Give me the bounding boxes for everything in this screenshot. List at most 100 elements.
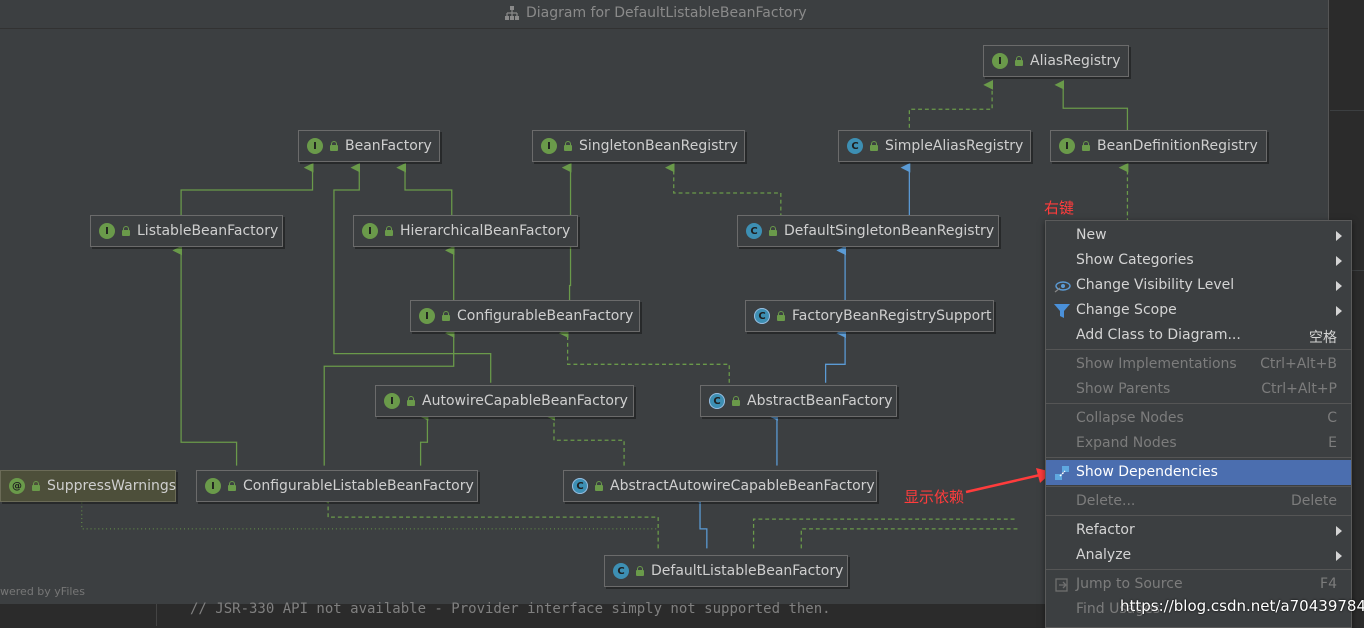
lock-icon (384, 226, 394, 236)
node-label: SingletonBeanRegistry (579, 138, 738, 154)
node-label: AbstractAutowireCapableBeanFactory (610, 478, 875, 494)
menu-item-new[interactable]: New (1046, 223, 1351, 248)
annotation-icon: @ (9, 478, 25, 494)
window-title: Diagram for DefaultListableBeanFactory (526, 5, 807, 21)
abstract-class-icon: C (709, 393, 725, 409)
interface-icon: I (362, 223, 378, 239)
filter-icon (1054, 304, 1070, 318)
menu-item-add-class[interactable]: Add Class to Diagram... 空格 (1046, 323, 1351, 348)
node-label: ConfigurableBeanFactory (457, 308, 634, 324)
context-menu: New Show Categories Change Visibility Le… (1045, 220, 1352, 628)
lock-icon (635, 566, 645, 576)
node-label: FactoryBeanRegistrySupport (792, 308, 992, 324)
lock-icon (563, 141, 573, 151)
node-configurable-bean-factory[interactable]: I ConfigurableBeanFactory (410, 300, 640, 332)
node-label: BeanDefinitionRegistry (1097, 138, 1258, 154)
node-label: SimpleAliasRegistry (885, 138, 1024, 154)
menu-item-change-scope[interactable]: Change Scope (1046, 298, 1351, 323)
lock-icon (869, 141, 879, 151)
node-label: ConfigurableListableBeanFactory (243, 478, 474, 494)
node-configurable-listable-bean-factory[interactable]: I ConfigurableListableBeanFactory (196, 470, 478, 502)
node-label: DefaultSingletonBeanRegistry (784, 223, 995, 239)
class-icon: C (746, 223, 762, 239)
title-content: Diagram for DefaultListableBeanFactory (504, 5, 807, 21)
lock-icon (594, 481, 604, 491)
interface-icon: I (541, 138, 557, 154)
node-label: DefaultListableBeanFactory (651, 563, 844, 579)
menu-item-refactor[interactable]: Refactor (1046, 518, 1351, 543)
node-label: SuppressWarnings (47, 478, 177, 494)
lock-icon (329, 141, 339, 151)
annotation-arrow (965, 468, 1052, 494)
editor-code-line: // JSR-330 API not available - Provider … (190, 601, 831, 617)
node-autowire-capable-bean-factory[interactable]: I AutowireCapableBeanFactory (375, 385, 634, 417)
node-alias-registry[interactable]: I AliasRegistry (983, 45, 1129, 77)
node-factory-bean-registry-support[interactable]: C FactoryBeanRegistrySupport (745, 300, 994, 332)
node-abstract-bean-factory[interactable]: C AbstractBeanFactory (700, 385, 897, 417)
menu-item-jump-to-source[interactable]: Jump to Source F4 (1046, 572, 1351, 597)
diagram-icon (505, 6, 519, 20)
node-bean-factory[interactable]: I BeanFactory (298, 130, 440, 162)
node-bean-definition-registry[interactable]: I BeanDefinitionRegistry (1050, 130, 1267, 162)
menu-item-show-categories[interactable]: Show Categories (1046, 248, 1351, 273)
lock-icon (731, 396, 741, 406)
class-icon: C (613, 563, 629, 579)
menu-item-show-parents[interactable]: Show Parents Ctrl+Alt+P (1046, 377, 1351, 402)
menu-item-analyze[interactable]: Analyze (1046, 543, 1351, 568)
chevron-right-icon (1336, 231, 1342, 241)
lock-icon (441, 311, 451, 321)
title-bar: Diagram for DefaultListableBeanFactory (0, 0, 1328, 29)
node-label: HierarchicalBeanFactory (400, 223, 571, 239)
interface-icon: I (307, 138, 323, 154)
abstract-class-icon: C (572, 478, 588, 494)
menu-item-expand-nodes[interactable]: Expand Nodes E (1046, 431, 1351, 456)
node-default-listable-bean-factory[interactable]: C DefaultListableBeanFactory (604, 555, 848, 587)
annotation-show-deps: 显示依赖 (904, 488, 965, 506)
node-label: AbstractBeanFactory (747, 393, 893, 409)
lock-icon (776, 311, 786, 321)
menu-item-collapse-nodes[interactable]: Collapse Nodes C (1046, 406, 1351, 431)
chevron-right-icon (1336, 306, 1342, 316)
menu-separator (1046, 486, 1351, 487)
menu-item-change-visibility-level[interactable]: Change Visibility Level (1046, 273, 1351, 298)
node-hierarchical-bean-factory[interactable]: I HierarchicalBeanFactory (353, 215, 578, 247)
editor-gutter-line (156, 604, 157, 626)
menu-separator (1046, 457, 1351, 458)
eye-icon (1054, 281, 1071, 293)
node-listable-bean-factory[interactable]: I ListableBeanFactory (90, 215, 283, 247)
node-suppress-warnings[interactable]: @ SuppressWarnings (0, 470, 176, 502)
lock-icon (1014, 56, 1024, 66)
lock-icon (31, 481, 41, 491)
node-label: BeanFactory (345, 138, 432, 154)
class-icon: C (847, 138, 863, 154)
jump-icon (1055, 578, 1068, 592)
node-simple-alias-registry[interactable]: C SimpleAliasRegistry (838, 130, 1031, 162)
node-default-singleton-bean-registry[interactable]: C DefaultSingletonBeanRegistry (737, 215, 999, 247)
lock-icon (227, 481, 237, 491)
lock-icon (121, 226, 131, 236)
menu-separator (1046, 403, 1351, 404)
menu-item-show-dependencies[interactable]: Show Dependencies (1046, 460, 1351, 485)
chevron-right-icon (1336, 526, 1342, 536)
menu-separator (1046, 349, 1351, 350)
interface-icon: I (1059, 138, 1075, 154)
lock-icon (406, 396, 416, 406)
node-label: AliasRegistry (1030, 53, 1121, 69)
watermark-text: https://blog.csdn.net/a704397849 (1120, 597, 1364, 615)
lock-icon (1081, 141, 1091, 151)
interface-icon: I (992, 53, 1008, 69)
chevron-right-icon (1336, 256, 1342, 266)
menu-item-delete[interactable]: Delete... Delete (1046, 489, 1351, 514)
lock-icon (768, 226, 778, 236)
chevron-right-icon (1336, 281, 1342, 291)
abstract-class-icon: C (754, 308, 770, 324)
menu-item-show-implementations[interactable]: Show Implementations Ctrl+Alt+B (1046, 352, 1351, 377)
annotation-right-click: 右键 (1044, 199, 1075, 217)
node-singleton-bean-registry[interactable]: I SingletonBeanRegistry (532, 130, 745, 162)
powered-by-label: wered by yFiles (0, 585, 85, 598)
node-label: ListableBeanFactory (137, 223, 279, 239)
interface-icon: I (205, 478, 221, 494)
node-abstract-autowire-capable-bean-factory[interactable]: C AbstractAutowireCapableBeanFactory (563, 470, 877, 502)
interface-icon: I (99, 223, 115, 239)
interface-icon: I (419, 308, 435, 324)
